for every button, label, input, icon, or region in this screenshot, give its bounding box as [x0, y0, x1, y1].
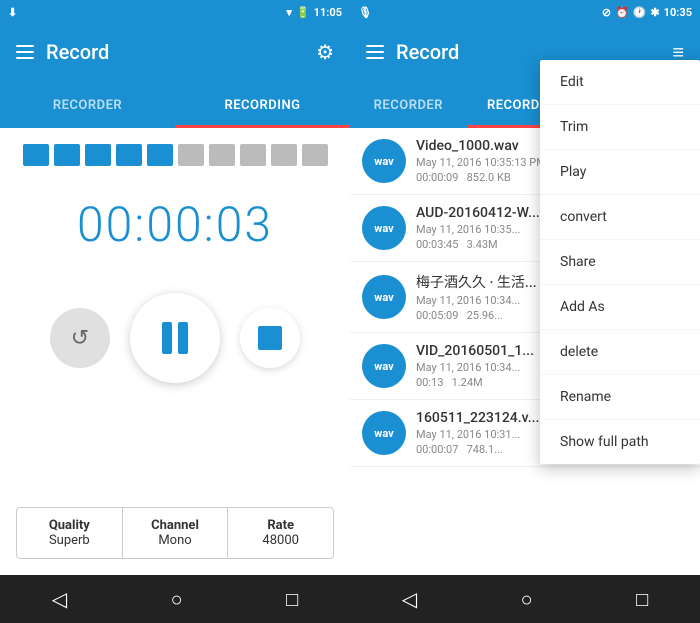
channel-value: Mono	[133, 533, 218, 548]
right-status-bar: 🎙 ⊘ ⏰ 🕐 ✱ 10:35	[350, 0, 700, 24]
settings-icon[interactable]: ⚙	[316, 40, 334, 64]
right-status-left: 🎙	[358, 6, 372, 19]
right-tab-recorder[interactable]: RECORDER	[350, 86, 467, 128]
alarm-icon: ⏰	[615, 6, 629, 19]
stop-button[interactable]	[240, 308, 300, 368]
context-menu-showpath[interactable]: Show full path	[540, 420, 700, 464]
level-bar-5	[147, 144, 173, 166]
right-back-button[interactable]: ◁	[402, 587, 417, 611]
quality-value: Superb	[27, 533, 112, 548]
right-panel: 🎙 ⊘ ⏰ 🕐 ✱ 10:35 Record ≡ RECORDER RECORD…	[350, 0, 700, 623]
right-nav-bar: ◁ ○ □	[350, 575, 700, 623]
recorder-controls: ↺	[50, 293, 300, 383]
right-app-title: Record	[396, 40, 459, 64]
left-header-icons: ⚙	[316, 40, 334, 64]
left-recent-button[interactable]: □	[286, 587, 298, 612]
level-bar-8	[240, 144, 266, 166]
level-bar-2	[54, 144, 80, 166]
wifi-icon: ▾	[286, 6, 292, 19]
rate-label: Rate	[238, 518, 323, 533]
rate-cell: Rate 48000	[228, 508, 333, 558]
level-bar-1	[23, 144, 49, 166]
level-bar-4	[116, 144, 142, 166]
channel-label: Channel	[133, 518, 218, 533]
battery-icon: 🔋	[296, 6, 310, 19]
wav-badge-0: wav	[362, 139, 406, 183]
context-menu-rename[interactable]: Rename	[540, 375, 700, 420]
level-bar-10	[302, 144, 328, 166]
wav-badge-4: wav	[362, 411, 406, 455]
left-header-title-group: Record	[16, 40, 109, 64]
context-menu-convert[interactable]: convert	[540, 195, 700, 240]
quality-info: Quality Superb Channel Mono Rate 48000	[16, 507, 334, 559]
left-status-left: ⬇	[8, 6, 17, 19]
bluetooth-icon: ✱	[650, 6, 659, 19]
right-time: 10:35	[664, 6, 692, 19]
level-bar-9	[271, 144, 297, 166]
wav-badge-2: wav	[362, 275, 406, 319]
block-icon: ⊘	[602, 6, 611, 19]
left-tab-recorder[interactable]: RECORDER	[0, 86, 175, 128]
context-menu-edit[interactable]: Edit	[540, 60, 700, 105]
quality-label: Quality	[27, 518, 112, 533]
pause-icon	[162, 322, 188, 354]
clock-icon: 🕐	[633, 6, 647, 19]
context-menu-addas[interactable]: Add As	[540, 285, 700, 330]
pause-button[interactable]	[130, 293, 220, 383]
rate-value: 48000	[238, 533, 323, 548]
right-menu-button[interactable]	[366, 45, 384, 59]
left-status-bar: ⬇ ▾ 🔋 11:05	[0, 0, 350, 24]
channel-cell: Channel Mono	[123, 508, 229, 558]
left-home-button[interactable]: ○	[171, 587, 183, 612]
context-menu: Edit Trim Play convert Share Add As dele…	[540, 60, 700, 464]
quality-cell: Quality Superb	[17, 508, 123, 558]
left-tab-recording[interactable]: RECORDING	[175, 86, 350, 128]
right-home-button[interactable]: ○	[521, 587, 533, 612]
level-bar-7	[209, 144, 235, 166]
right-app-icon: 🎙	[358, 6, 372, 19]
level-bar-6	[178, 144, 204, 166]
left-back-button[interactable]: ◁	[52, 587, 67, 611]
reset-button[interactable]: ↺	[50, 308, 110, 368]
recorder-body: 00:00:03 ↺ Quality Superb Channel Mon	[0, 128, 350, 575]
context-menu-play[interactable]: Play	[540, 150, 700, 195]
wav-badge-3: wav	[362, 344, 406, 388]
left-app-title: Record	[46, 40, 109, 64]
stop-icon	[258, 326, 282, 350]
level-bar-3	[85, 144, 111, 166]
context-menu-delete[interactable]: delete	[540, 330, 700, 375]
left-status-right: ▾ 🔋 11:05	[286, 6, 342, 19]
level-bars	[23, 144, 328, 166]
context-menu-trim[interactable]: Trim	[540, 105, 700, 150]
left-menu-button[interactable]	[16, 45, 34, 59]
download-icon: ⬇	[8, 6, 17, 19]
wav-badge-1: wav	[362, 206, 406, 250]
left-nav-bar: ◁ ○ □	[0, 575, 350, 623]
right-recent-button[interactable]: □	[636, 587, 648, 612]
context-menu-share[interactable]: Share	[540, 240, 700, 285]
left-header: Record ⚙	[0, 24, 350, 80]
timer-display: 00:00:03	[77, 196, 273, 253]
left-time: 11:05	[314, 6, 342, 19]
left-tabs: RECORDER RECORDING	[0, 80, 350, 128]
right-header-title-group: Record	[366, 40, 459, 64]
left-panel: ⬇ ▾ 🔋 11:05 Record ⚙ RECORDER RECORDING	[0, 0, 350, 623]
right-status-right: ⊘ ⏰ 🕐 ✱ 10:35	[602, 6, 692, 19]
